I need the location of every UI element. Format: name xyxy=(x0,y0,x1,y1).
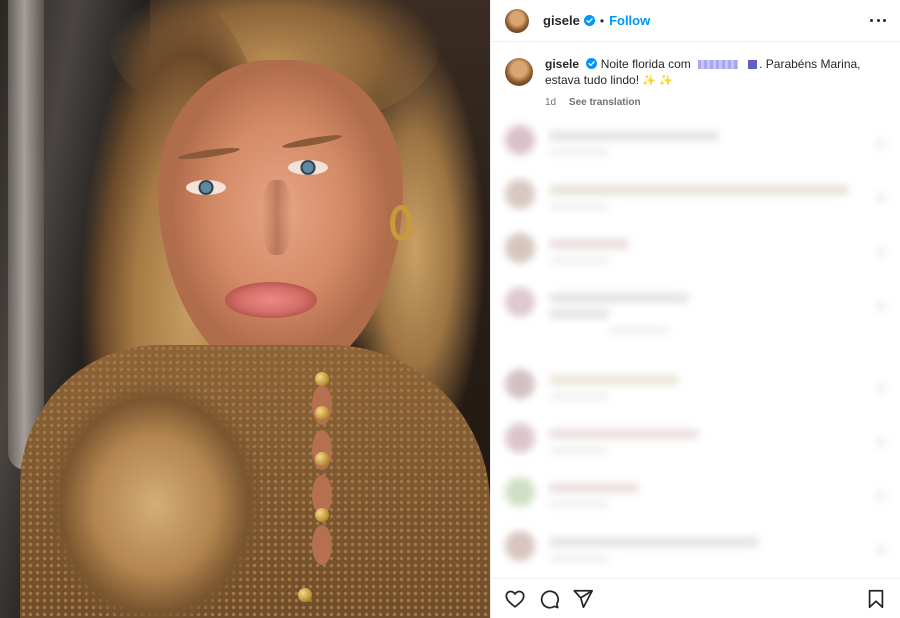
post-header: gisele • Follow xyxy=(491,0,900,42)
bookmark-icon[interactable] xyxy=(864,587,888,611)
comment-avatar xyxy=(505,287,535,317)
follow-button[interactable]: Follow xyxy=(609,13,650,28)
caption-body: gisele Noite florida com . Parabéns Mari… xyxy=(545,56,886,111)
blurred-comments-list xyxy=(505,125,886,578)
photo-nose xyxy=(262,180,292,255)
heart-icon[interactable] xyxy=(503,587,527,611)
header-separator: • xyxy=(599,13,605,28)
comment-avatar xyxy=(505,179,535,209)
comment-row xyxy=(505,233,886,287)
post-age: 1d xyxy=(545,97,557,108)
comment-like-icon xyxy=(876,301,886,311)
comment-avatar xyxy=(505,531,535,561)
author-username[interactable]: gisele xyxy=(543,13,580,28)
comment-avatar xyxy=(505,423,535,453)
comment-avatar xyxy=(505,233,535,263)
comment-like-icon xyxy=(876,491,886,501)
comment-like-icon xyxy=(876,139,886,149)
comment-avatar xyxy=(505,369,535,399)
instagram-post-view: gisele • Follow gisele Noite florida com… xyxy=(0,0,900,618)
comment-row xyxy=(505,423,886,477)
photo-gold-button xyxy=(315,372,329,386)
comment-row xyxy=(505,179,886,233)
see-translation-link[interactable]: See translation xyxy=(569,97,641,108)
photo-gold-button xyxy=(315,508,329,522)
photo-lips xyxy=(225,282,317,318)
comment-avatar xyxy=(505,125,535,155)
verified-badge-icon xyxy=(583,15,595,26)
photo-eye-right xyxy=(288,160,328,175)
photo-hair-front xyxy=(40,380,270,618)
comment-row xyxy=(505,125,886,179)
comment-like-icon xyxy=(876,383,886,393)
verified-badge-icon xyxy=(586,58,598,69)
more-options-icon[interactable] xyxy=(870,13,886,29)
share-icon[interactable] xyxy=(571,587,595,611)
photo-gold-button xyxy=(298,588,312,602)
post-photo[interactable] xyxy=(0,0,490,618)
post-caption: gisele Noite florida com . Parabéns Mari… xyxy=(505,56,886,111)
comment-avatar xyxy=(505,477,535,507)
post-side-panel: gisele • Follow gisele Noite florida com… xyxy=(490,0,900,618)
photo-gold-button xyxy=(315,452,329,466)
redacted-mention xyxy=(698,60,739,70)
comments-section[interactable]: gisele Noite florida com . Parabéns Mari… xyxy=(491,42,900,578)
comment-like-icon xyxy=(876,437,886,447)
comment-row xyxy=(505,369,886,423)
caption-author-avatar[interactable] xyxy=(505,58,533,86)
photo-eye-left xyxy=(186,180,226,195)
comment-like-icon xyxy=(876,193,886,203)
caption-text-before: Noite florida com xyxy=(600,57,691,71)
post-actions-bar xyxy=(491,578,900,618)
redacted-mention-end xyxy=(748,60,758,70)
comment-row xyxy=(505,531,886,578)
caption-username[interactable]: gisele xyxy=(545,57,579,71)
caption-meta: 1d See translation xyxy=(545,95,886,111)
comment-icon[interactable] xyxy=(537,587,561,611)
comment-row xyxy=(505,477,886,531)
comment-like-icon xyxy=(876,545,886,555)
comment-row xyxy=(505,287,886,369)
photo-earring xyxy=(390,205,412,241)
photo-dress-opening xyxy=(312,525,332,565)
photo-gold-button xyxy=(315,406,329,420)
comment-like-icon xyxy=(876,247,886,257)
author-avatar[interactable] xyxy=(505,8,529,33)
sparkles-emoji: ✨ ✨ xyxy=(642,75,673,87)
